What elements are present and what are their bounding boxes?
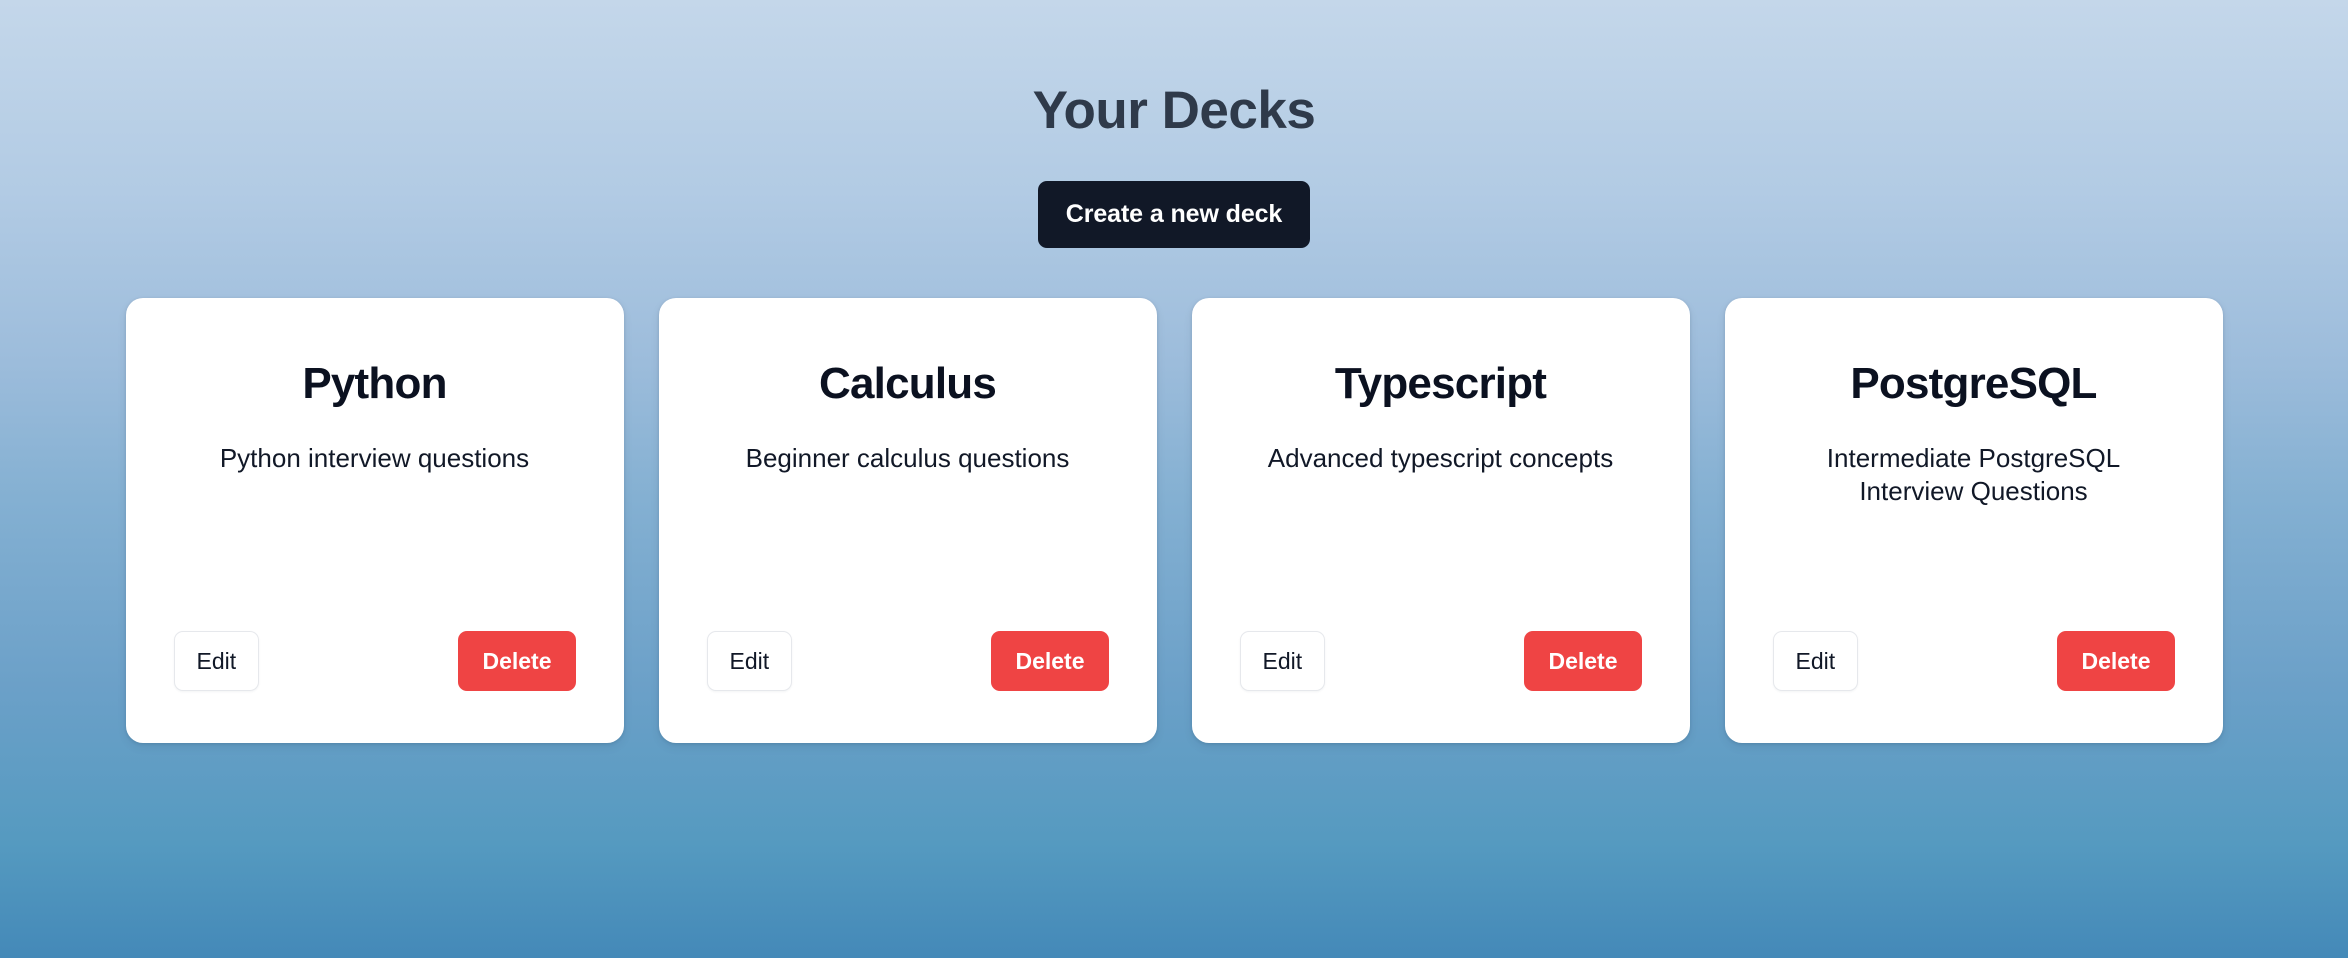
deck-title: Python (302, 359, 447, 408)
deck-actions: Edit Delete (706, 631, 1109, 691)
deck-actions: Edit Delete (1772, 631, 2175, 691)
delete-deck-button[interactable]: Delete (1524, 631, 1642, 691)
deck-title: Typescript (1334, 359, 1547, 408)
deck-card[interactable]: PostgreSQL Intermediate PostgreSQL Inter… (1724, 298, 2223, 743)
create-new-deck-button[interactable]: Create a new deck (1037, 181, 1311, 248)
edit-deck-button[interactable]: Edit (1239, 631, 1326, 691)
deck-grid: Python Python interview questions Edit D… (0, 298, 2348, 743)
delete-deck-button[interactable]: Delete (2057, 631, 2175, 691)
edit-deck-button[interactable]: Edit (173, 631, 260, 691)
deck-actions: Edit Delete (173, 631, 576, 691)
deck-description: Beginner calculus questions (745, 443, 1070, 474)
deck-description: Intermediate PostgreSQL Interview Questi… (1826, 443, 2121, 506)
deck-actions: Edit Delete (1239, 631, 1642, 691)
deck-card[interactable]: Typescript Advanced typescript concepts … (1191, 298, 1690, 743)
edit-deck-button[interactable]: Edit (706, 631, 793, 691)
delete-deck-button[interactable]: Delete (458, 631, 576, 691)
deck-title: PostgreSQL (1850, 359, 2097, 408)
deck-description: Advanced typescript concepts (1267, 443, 1614, 474)
deck-title: Calculus (819, 359, 997, 408)
deck-card[interactable]: Python Python interview questions Edit D… (125, 298, 624, 743)
deck-description: Python interview questions (219, 443, 530, 474)
deck-card[interactable]: Calculus Beginner calculus questions Edi… (658, 298, 1157, 743)
page-title: Your Decks (1032, 81, 1316, 140)
decks-page: Your Decks Create a new deck Python Pyth… (0, 0, 2348, 958)
edit-deck-button[interactable]: Edit (1772, 631, 1859, 691)
create-deck-row: Create a new deck (0, 181, 2348, 248)
delete-deck-button[interactable]: Delete (991, 631, 1109, 691)
